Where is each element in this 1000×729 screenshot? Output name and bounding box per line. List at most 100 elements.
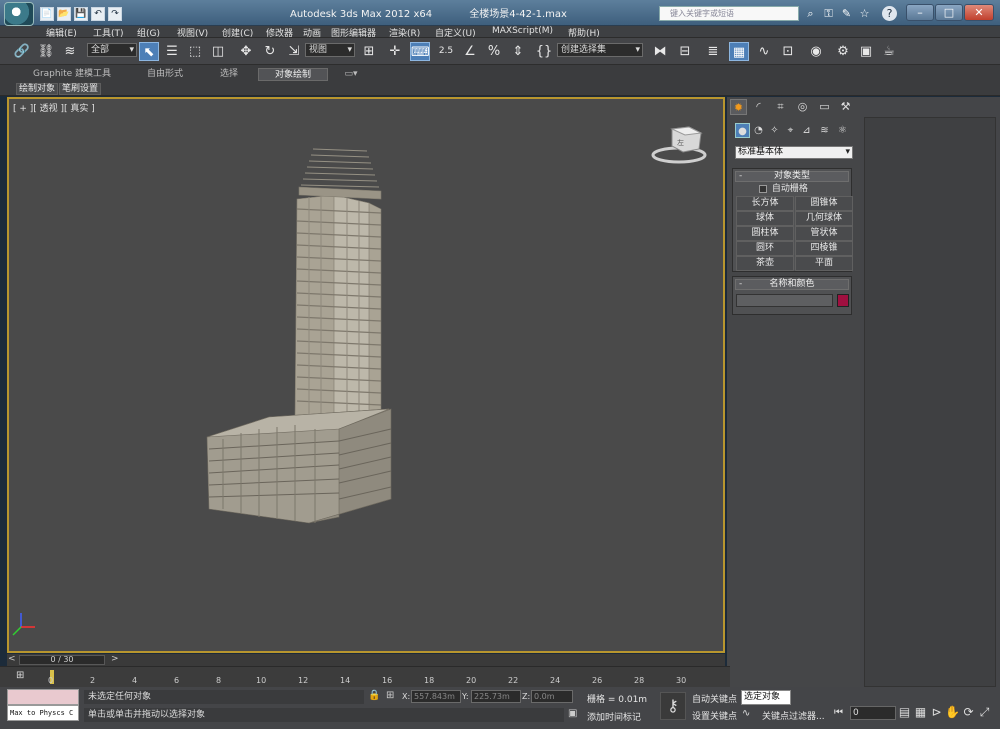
ribbon-options-icon[interactable]: ▭▾: [340, 68, 362, 81]
select-and-scale-icon[interactable]: ⇲: [284, 42, 304, 61]
systems-icon[interactable]: ⚛: [835, 123, 850, 138]
edit-named-selection-icon[interactable]: {}: [534, 42, 554, 61]
object-name-input[interactable]: [736, 294, 833, 307]
keyboard-shortcut-override-icon[interactable]: ⌨: [410, 42, 430, 61]
selection-filter-dropdown[interactable]: 全部: [87, 43, 137, 57]
select-and-link-icon[interactable]: 🔗: [12, 42, 32, 61]
x-coordinate-field[interactable]: 557.843m: [411, 690, 461, 703]
prev-frame-icon[interactable]: <: [8, 654, 16, 664]
sphere-button[interactable]: 球体: [736, 211, 794, 226]
box-button[interactable]: 长方体: [736, 196, 794, 211]
utilities-tab-icon[interactable]: ⚒: [837, 99, 854, 115]
hierarchy-tab-icon[interactable]: ⌗: [772, 99, 789, 115]
absolute-mode-icon[interactable]: ⊞: [386, 690, 394, 701]
tab-freeform[interactable]: 自由形式: [130, 68, 200, 81]
tools-icon[interactable]: ✎: [839, 6, 854, 21]
bind-space-warp-icon[interactable]: ≋: [60, 42, 80, 61]
schematic-view-icon[interactable]: ⊡: [778, 42, 798, 61]
tab-graphite-modeling[interactable]: Graphite 建模工具: [20, 68, 124, 81]
graphite-ribbon-icon[interactable]: ▦: [729, 42, 749, 61]
geosphere-button[interactable]: 几何球体: [795, 211, 853, 226]
time-slider[interactable]: < 0 / 30 >: [7, 654, 725, 666]
helpers-icon[interactable]: ⊿: [799, 123, 814, 138]
add-time-tag[interactable]: 添加时间标记: [587, 710, 641, 723]
time-tag-icon[interactable]: ▣: [568, 708, 577, 719]
name-color-header[interactable]: - 名称和颜色: [735, 279, 849, 290]
select-object-icon[interactable]: ⬉: [139, 42, 159, 61]
create-tab-icon[interactable]: ✹: [730, 99, 747, 115]
tube-button[interactable]: 管状体: [795, 226, 853, 241]
shapes-icon[interactable]: ◔: [751, 123, 766, 138]
align-icon[interactable]: ⊟: [675, 42, 695, 61]
cameras-icon[interactable]: ⌖: [783, 123, 798, 138]
maximize-button[interactable]: □: [935, 4, 963, 21]
field-of-view-icon[interactable]: ⊳: [929, 705, 944, 720]
minimize-button[interactable]: –: [906, 4, 934, 21]
star-icon[interactable]: ☆: [857, 6, 872, 21]
time-slider-thumb[interactable]: 0 / 30: [19, 655, 105, 665]
binoculars-icon[interactable]: ⌕: [803, 6, 818, 21]
tab-selection[interactable]: 选择: [205, 68, 253, 81]
set-key-button[interactable]: 设置关键点: [692, 709, 737, 722]
pivot-center-icon[interactable]: ⊞: [359, 42, 379, 61]
primitive-type-dropdown[interactable]: 标准基本体: [735, 146, 853, 159]
angle-snap-icon[interactable]: ∠: [460, 42, 480, 61]
undo-icon[interactable]: ↶: [91, 7, 105, 21]
z-coordinate-field[interactable]: 0.0m: [531, 690, 573, 703]
lights-icon[interactable]: ✧: [767, 123, 782, 138]
open-file-icon[interactable]: 📂: [57, 7, 71, 21]
render-production-icon[interactable]: ☕: [879, 42, 899, 61]
close-button[interactable]: ✕: [964, 4, 994, 21]
next-frame-icon[interactable]: >: [111, 654, 119, 664]
rendered-frame-window-icon[interactable]: ▣: [856, 42, 876, 61]
autogrid-checkbox[interactable]: [759, 184, 767, 193]
layer-manager-icon[interactable]: ≣: [703, 42, 723, 61]
auto-key-button[interactable]: 自动关键点: [692, 692, 737, 705]
unlink-icon[interactable]: ⛓: [36, 42, 56, 61]
go-to-start-icon[interactable]: ⏮: [834, 707, 843, 718]
mini-curve-editor-icon[interactable]: ⊞: [16, 670, 30, 682]
object-type-header[interactable]: - 对象类型: [735, 171, 849, 182]
named-selection-dropdown[interactable]: 创建选择集: [557, 43, 643, 57]
save-file-icon[interactable]: 💾: [74, 7, 88, 21]
brush-settings-button[interactable]: 笔刷设置: [59, 83, 102, 95]
help-search-input[interactable]: 键入关键字或短语: [659, 6, 799, 21]
curve-editor-icon[interactable]: ∿: [754, 42, 774, 61]
orbit-icon[interactable]: ⟳: [961, 705, 976, 720]
geometry-icon[interactable]: ●: [735, 123, 750, 138]
tab-object-paint[interactable]: 对象绘制: [258, 68, 328, 81]
maximize-viewport-icon[interactable]: ⤢: [977, 705, 992, 720]
display-tab-icon[interactable]: ▭: [816, 99, 833, 115]
select-and-rotate-icon[interactable]: ↻: [260, 42, 280, 61]
motion-tab-icon[interactable]: ◎: [794, 99, 811, 115]
new-file-icon[interactable]: 📄: [40, 7, 54, 21]
material-editor-icon[interactable]: ◉: [806, 42, 826, 61]
selection-lock-icon[interactable]: 🔒: [368, 690, 380, 701]
help-icon[interactable]: ?: [882, 6, 897, 21]
render-setup-icon[interactable]: ⚙: [833, 42, 853, 61]
pyramid-button[interactable]: 四棱锥: [795, 241, 853, 256]
rectangular-selection-icon[interactable]: ⬚: [185, 42, 205, 61]
zoom-extents-icon[interactable]: ▦: [913, 705, 928, 720]
key-icon[interactable]: ⚿: [821, 6, 836, 21]
maxscript-listener-pink[interactable]: [7, 689, 79, 705]
pan-view-icon[interactable]: ✋: [945, 705, 960, 720]
perspective-viewport[interactable]: [ + ][ 透视 ][ 真实 ] 左: [7, 97, 725, 653]
percent-snap-icon[interactable]: %: [484, 42, 504, 61]
space-warps-icon[interactable]: ≋: [817, 123, 832, 138]
mirror-icon[interactable]: ⧓: [650, 42, 670, 61]
selected-set-dropdown[interactable]: 选定对象: [741, 690, 791, 705]
manipulate-icon[interactable]: ✛: [385, 42, 405, 61]
key-filters-button[interactable]: 关键点过滤器...: [762, 709, 825, 722]
cone-button[interactable]: 圆锥体: [795, 196, 853, 211]
set-key-icon[interactable]: ⚷: [660, 692, 686, 720]
plane-button[interactable]: 平面: [795, 256, 853, 271]
modify-tab-icon[interactable]: ◜: [750, 99, 767, 115]
select-and-move-icon[interactable]: ✥: [236, 42, 256, 61]
teapot-button[interactable]: 茶壶: [736, 256, 794, 271]
object-color-swatch[interactable]: [837, 294, 849, 307]
cylinder-button[interactable]: 圆柱体: [736, 226, 794, 241]
select-by-name-icon[interactable]: ☰: [162, 42, 182, 61]
current-frame-field[interactable]: 0: [850, 706, 896, 720]
key-filter-icon[interactable]: ∿: [742, 708, 750, 719]
